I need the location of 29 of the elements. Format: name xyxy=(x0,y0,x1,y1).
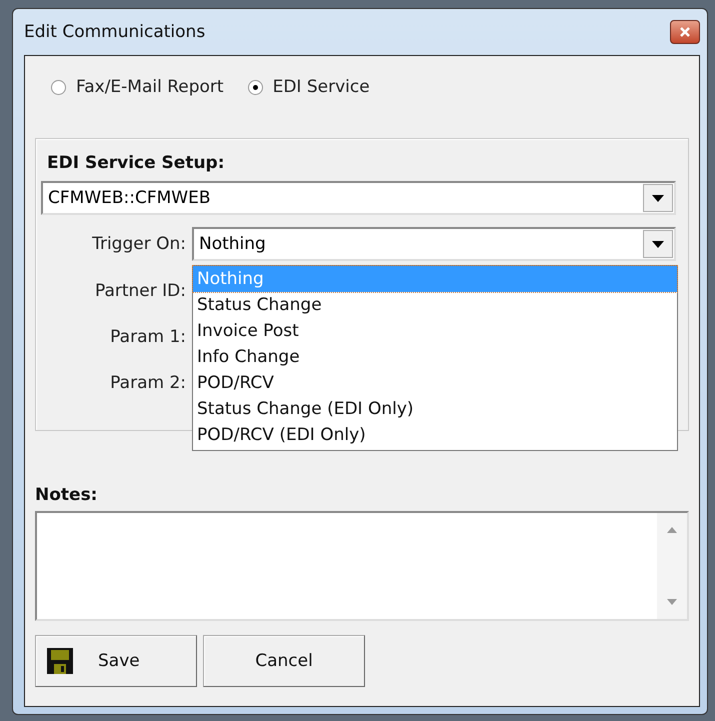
window-title: Edit Communications xyxy=(24,22,206,42)
save-button[interactable]: Save xyxy=(35,635,197,687)
service-dropdown[interactable]: CFMWEB::CFMWEB xyxy=(41,181,676,215)
radio-option[interactable]: EDI Service xyxy=(248,77,370,97)
close-icon xyxy=(680,27,690,37)
field-label: Param 2: xyxy=(109,373,186,393)
dropdown-arrow-icon xyxy=(652,194,664,202)
dropdown-option[interactable]: Info Change xyxy=(193,344,677,370)
radio-button[interactable] xyxy=(51,80,66,94)
close-button[interactable] xyxy=(670,20,700,44)
dropdown-option[interactable]: Status Change xyxy=(193,292,677,318)
dropdown-option[interactable]: Invoice Post xyxy=(193,318,677,344)
dropdown-arrow-icon xyxy=(652,240,664,248)
field-label: Param 1: xyxy=(109,327,186,347)
scroll-down-icon xyxy=(667,599,677,605)
dropdown-option[interactable]: POD/RCV xyxy=(193,370,677,396)
scrollbar[interactable] xyxy=(657,513,687,619)
dropdown-option[interactable]: POD/RCV (EDI Only) xyxy=(193,422,677,448)
group-heading: EDI Service Setup: xyxy=(46,153,226,173)
cancel-button[interactable]: Cancel xyxy=(203,635,365,687)
trigger-dropdown[interactable]: Nothing xyxy=(192,227,676,261)
scroll-up-icon xyxy=(667,527,677,533)
field-label: Trigger On: xyxy=(91,234,186,254)
dropdown-option[interactable]: Status Change (EDI Only) xyxy=(193,396,677,422)
radio-button[interactable] xyxy=(248,80,263,94)
radio-label: EDI Service xyxy=(272,77,370,97)
field-label: Partner ID: xyxy=(94,281,186,301)
notes-label: Notes: xyxy=(35,485,98,505)
notes-field[interactable] xyxy=(35,511,689,621)
